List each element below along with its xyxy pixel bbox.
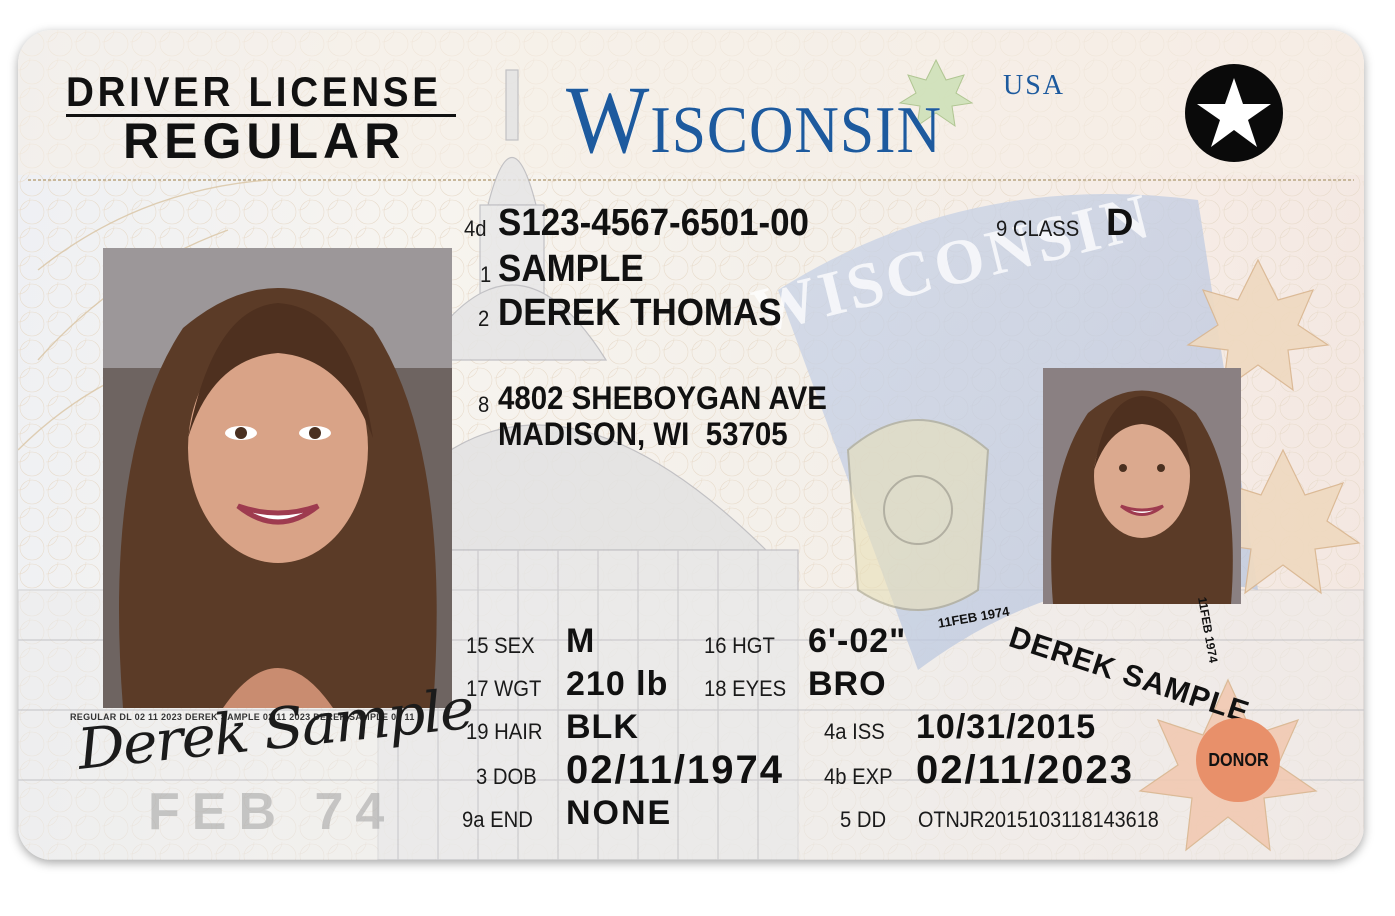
last-name: SAMPLE — [498, 248, 644, 290]
address-label: 8 — [478, 392, 490, 417]
donor-label: DONOR — [1207, 749, 1269, 770]
license-class-title: REGULAR — [123, 113, 406, 169]
expiration-date: 02/11/2023 — [916, 748, 1134, 792]
license-type-title: DRIVER LICENSE — [66, 68, 442, 115]
donor-badge: DONOR — [1196, 718, 1280, 802]
endorsements-value: NONE — [566, 794, 673, 832]
class-value: D — [1106, 202, 1134, 244]
hair-value: BLK — [566, 708, 639, 746]
endorsements-label: 9a END — [462, 807, 533, 832]
first-name-label: 2 — [478, 306, 490, 331]
height-value: 6'-02" — [808, 622, 907, 660]
dob-label: 3 DOB — [476, 764, 537, 789]
ghost-dob: FEB 74 — [148, 783, 397, 841]
sex-label: 15 SEX — [466, 633, 535, 658]
cardholder-photo — [103, 248, 452, 708]
first-name: DEREK THOMAS — [498, 292, 782, 334]
weight-label: 17 WGT — [466, 676, 542, 701]
dob-value: 02/11/1974 — [566, 748, 784, 792]
state-name: Wisconsin — [566, 66, 942, 173]
address-line1: 4802 SHEBOYGAN AVE — [498, 380, 827, 416]
ghost-photo — [1043, 368, 1241, 604]
sex-value: M — [566, 622, 595, 660]
issue-date: 10/31/2015 — [916, 708, 1097, 746]
eyes-value: BRO — [808, 665, 887, 703]
hair-label: 19 HAIR — [466, 719, 543, 744]
license-card: WISCONSIN DRIVER LICENSE REGULAR Wiscons… — [18, 30, 1364, 860]
document-discriminator: OTNJR2015103118143618 — [918, 807, 1159, 832]
dl-number: S123-4567-6501-00 — [498, 202, 810, 244]
eyes-label: 18 EYES — [704, 676, 787, 701]
height-label: 16 HGT — [704, 633, 775, 658]
document-discriminator-label: 5 DD — [840, 807, 887, 832]
weight-value: 210 lb — [566, 665, 669, 703]
last-name-label: 1 — [480, 262, 492, 287]
country-label: USA — [1003, 70, 1066, 101]
dl-number-label: 4d — [464, 216, 487, 241]
state-seal — [846, 419, 990, 611]
star-icon — [1185, 64, 1283, 162]
expiration-label: 4b EXP — [824, 764, 893, 789]
address-line2: MADISON, WI 53705 — [498, 416, 788, 452]
issue-date-label: 4a ISS — [824, 719, 885, 744]
class-label: 9 CLASS — [996, 216, 1080, 241]
